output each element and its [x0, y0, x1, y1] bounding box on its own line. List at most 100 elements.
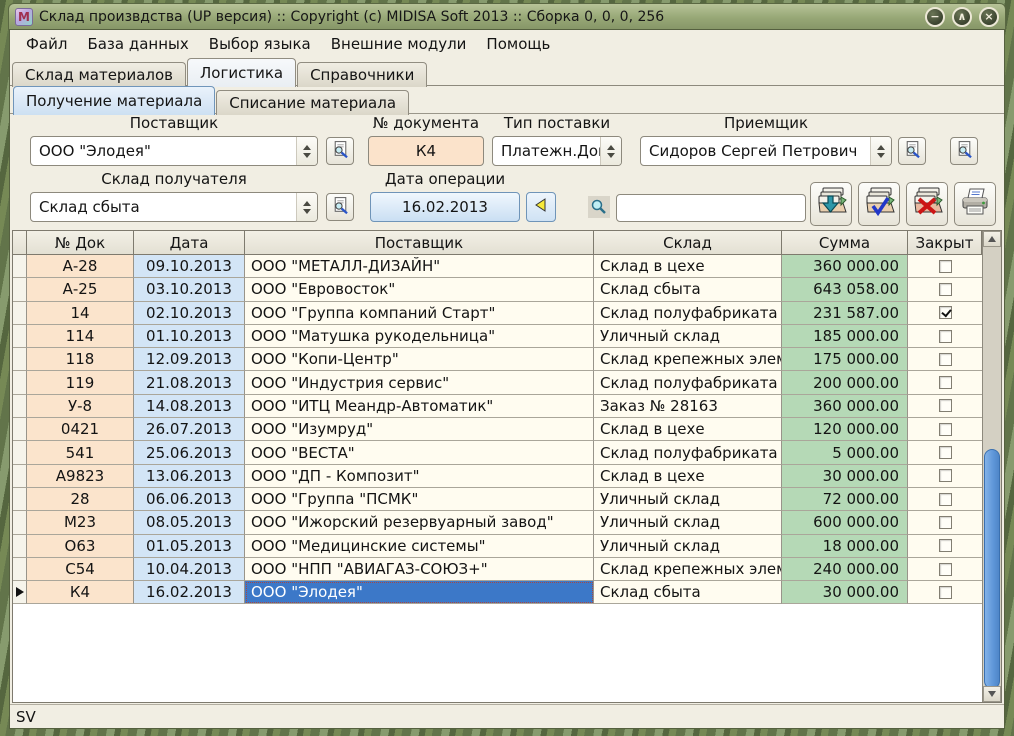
warehouse-lookup-button[interactable]	[326, 193, 354, 221]
cell-doc-number[interactable]: 119	[27, 371, 134, 394]
row-indicator-cell[interactable]	[13, 325, 27, 348]
operation-date-field[interactable]: 16.02.2013	[370, 192, 520, 222]
cell-supplier[interactable]: ООО "НПП "АВИАГАЗ-СОЮЗ+"	[245, 558, 594, 581]
cell-warehouse[interactable]: Склад полуфабриката	[594, 371, 782, 394]
cell-doc-number[interactable]: К4	[27, 581, 134, 604]
closed-checkbox[interactable]	[939, 469, 952, 482]
cell-supplier[interactable]: ООО "Матушка рукодельница"	[245, 325, 594, 348]
cell-date[interactable]: 14.08.2013	[134, 395, 245, 418]
row-indicator-cell[interactable]	[13, 535, 27, 558]
cell-sum[interactable]: 231 587.00	[782, 302, 908, 325]
row-indicator-cell[interactable]	[13, 465, 27, 488]
closed-checkbox[interactable]	[939, 353, 952, 366]
row-indicator-cell[interactable]	[13, 441, 27, 464]
row-indicator-cell[interactable]	[13, 348, 27, 371]
cell-closed[interactable]	[908, 325, 982, 348]
cell-warehouse[interactable]: Склад в цехе	[594, 418, 782, 441]
cell-supplier[interactable]: ООО "Элодея"	[245, 581, 594, 604]
cell-date[interactable]: 03.10.2013	[134, 278, 245, 301]
cell-closed[interactable]	[908, 581, 982, 604]
row-indicator-cell[interactable]	[13, 558, 27, 581]
row-indicator-cell[interactable]	[13, 302, 27, 325]
cell-closed[interactable]	[908, 348, 982, 371]
delete-record-button[interactable]	[906, 182, 948, 226]
cell-sum[interactable]: 643 058.00	[782, 278, 908, 301]
combo-spinner-icon[interactable]	[296, 137, 317, 165]
cell-sum[interactable]: 72 000.00	[782, 488, 908, 511]
cell-warehouse[interactable]: Уличный склад	[594, 325, 782, 348]
cell-supplier[interactable]: ООО "Изумруд"	[245, 418, 594, 441]
row-indicator-cell[interactable]	[13, 255, 27, 278]
cell-date[interactable]: 02.10.2013	[134, 302, 245, 325]
doc-number-field[interactable]: К4	[368, 136, 484, 166]
cell-supplier[interactable]: ООО "Копи-Центр"	[245, 348, 594, 371]
cell-date[interactable]: 12.09.2013	[134, 348, 245, 371]
cell-date[interactable]: 08.05.2013	[134, 511, 245, 534]
cell-date[interactable]: 09.10.2013	[134, 255, 245, 278]
cell-supplier[interactable]: ООО "Группа компаний Старт"	[245, 302, 594, 325]
cell-warehouse[interactable]: Склад крепежных элем	[594, 348, 782, 371]
cell-warehouse[interactable]: Склад полуфабриката	[594, 302, 782, 325]
row-indicator-cell[interactable]	[13, 511, 27, 534]
cell-sum[interactable]: 30 000.00	[782, 581, 908, 604]
cell-sum[interactable]: 360 000.00	[782, 255, 908, 278]
cell-doc-number[interactable]: А9823	[27, 465, 134, 488]
cell-warehouse[interactable]: Склад сбыта	[594, 278, 782, 301]
cell-sum[interactable]: 5 000.00	[782, 441, 908, 464]
scroll-up-icon[interactable]	[983, 231, 1001, 247]
cell-warehouse[interactable]: Уличный склад	[594, 511, 782, 534]
cell-supplier[interactable]: ООО "Медицинские системы"	[245, 535, 594, 558]
supplier-combobox[interactable]: ООО "Элодея"	[30, 136, 318, 166]
cell-doc-number[interactable]: 28	[27, 488, 134, 511]
tab-main-2[interactable]: Справочники	[297, 62, 427, 87]
tab-main-1[interactable]: Логистика	[187, 58, 296, 87]
grid-header-1[interactable]: Дата	[134, 231, 245, 254]
titlebar[interactable]: M Склад произвдства (UP версия) :: Copyr…	[8, 3, 1006, 30]
cell-sum[interactable]: 18 000.00	[782, 535, 908, 558]
cell-date[interactable]: 13.06.2013	[134, 465, 245, 488]
cell-doc-number[interactable]: С54	[27, 558, 134, 581]
confirm-record-button[interactable]	[858, 182, 900, 226]
date-picker-button[interactable]	[526, 192, 556, 222]
grid-header-5[interactable]: Закрыт	[908, 231, 982, 254]
closed-checkbox[interactable]	[939, 283, 952, 296]
closed-checkbox[interactable]	[939, 423, 952, 436]
cell-date[interactable]: 06.06.2013	[134, 488, 245, 511]
cell-doc-number[interactable]: М23	[27, 511, 134, 534]
minimize-icon[interactable]: −	[925, 7, 945, 27]
cell-warehouse[interactable]: Склад полуфабриката	[594, 441, 782, 464]
row-indicator-cell[interactable]	[13, 395, 27, 418]
closed-checkbox[interactable]	[939, 376, 952, 389]
menu-item-3[interactable]: Внешние модули	[321, 32, 477, 56]
cell-closed[interactable]	[908, 278, 982, 301]
cell-date[interactable]: 25.06.2013	[134, 441, 245, 464]
cell-sum[interactable]: 30 000.00	[782, 465, 908, 488]
cell-closed[interactable]	[908, 465, 982, 488]
cell-date[interactable]: 16.02.2013	[134, 581, 245, 604]
print-button[interactable]	[954, 182, 996, 226]
cell-closed[interactable]	[908, 558, 982, 581]
cell-sum[interactable]: 240 000.00	[782, 558, 908, 581]
add-record-button[interactable]	[810, 182, 852, 226]
row-indicator-cell[interactable]	[13, 371, 27, 394]
cell-doc-number[interactable]: А-25	[27, 278, 134, 301]
close-icon[interactable]: ×	[979, 7, 999, 27]
cell-sum[interactable]: 600 000.00	[782, 511, 908, 534]
cell-supplier[interactable]: ООО "ДП - Композит"	[245, 465, 594, 488]
cell-date[interactable]: 01.10.2013	[134, 325, 245, 348]
cell-supplier[interactable]: ООО "МЕТАЛЛ-ДИЗАЙН"	[245, 255, 594, 278]
cell-closed[interactable]	[908, 418, 982, 441]
cell-doc-number[interactable]: О63	[27, 535, 134, 558]
cell-supplier[interactable]: ООО "Ижорский резервуарный завод"	[245, 511, 594, 534]
cell-doc-number[interactable]: 114	[27, 325, 134, 348]
cell-supplier[interactable]: ООО "Индустрия сервис"	[245, 371, 594, 394]
cell-warehouse[interactable]: Заказ № 28163	[594, 395, 782, 418]
cell-doc-number[interactable]: 118	[27, 348, 134, 371]
scrollbar-thumb[interactable]	[984, 449, 1000, 689]
receiver-warehouse-combobox[interactable]: Склад сбыта	[30, 192, 318, 222]
cell-supplier[interactable]: ООО "Группа "ПСМК"	[245, 488, 594, 511]
grid-header-2[interactable]: Поставщик	[245, 231, 594, 254]
closed-checkbox[interactable]	[939, 330, 952, 343]
cell-date[interactable]: 10.04.2013	[134, 558, 245, 581]
cell-closed[interactable]	[908, 488, 982, 511]
